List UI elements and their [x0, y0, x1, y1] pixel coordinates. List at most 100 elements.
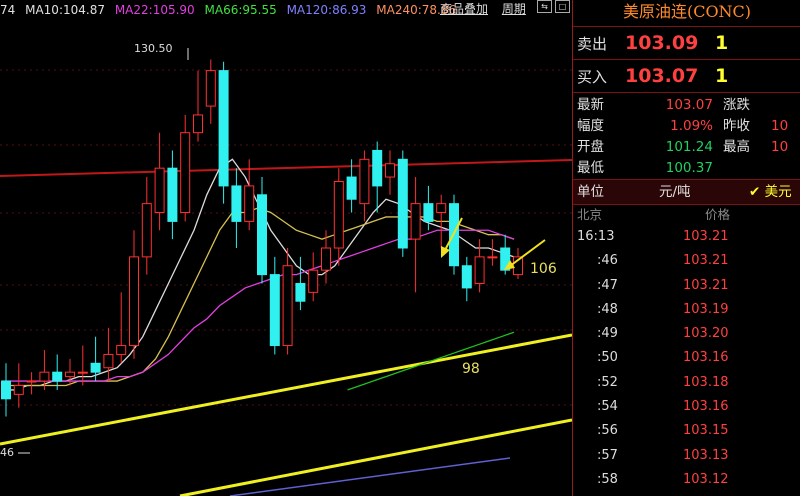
overlay-button[interactable]: 商品叠加	[440, 2, 488, 16]
candle-body	[321, 247, 331, 271]
sell-price: 103.09	[625, 32, 699, 54]
maximize-icon[interactable]: □	[555, 0, 570, 13]
candle-body	[193, 114, 203, 134]
high-mark: 130.50	[134, 42, 173, 55]
candle-body	[244, 185, 255, 222]
buy-label: 买入	[577, 67, 608, 86]
candle-body	[205, 70, 216, 107]
candle-body	[372, 149, 383, 187]
stat-value: 1.09%	[670, 118, 713, 134]
candlestick-chart[interactable]: 74 MA10:104.87 MA22:105.90 MA66:95.55 MA…	[0, 0, 572, 496]
candle-body	[487, 256, 498, 259]
candle-body	[39, 371, 50, 382]
candle-body	[129, 256, 139, 347]
unit-value[interactable]: 元/吨	[659, 180, 749, 204]
tick-price: 103.15	[683, 423, 729, 439]
annotation-106: 106	[530, 261, 557, 277]
ma120-label: MA120:86.93	[286, 3, 367, 17]
stat-value	[771, 158, 800, 179]
candle-body	[141, 203, 152, 258]
tick-time: :57	[597, 447, 618, 463]
candle-body	[410, 203, 421, 240]
tick-price: 103.21	[683, 229, 729, 244]
candle-body	[231, 185, 242, 222]
buy-price: 103.07	[625, 65, 699, 87]
stat-value: 103.07	[665, 97, 713, 113]
chart-canvas	[0, 48, 572, 496]
stat-value	[771, 95, 800, 116]
stat-value: 10	[771, 139, 789, 155]
tick-price: 103.21	[683, 253, 729, 269]
stat-value: 10	[771, 118, 789, 134]
tick-price: 103.12	[683, 471, 729, 487]
candle-body	[295, 282, 306, 302]
stat-key: 最低	[577, 160, 604, 176]
tick-price: 103.20	[683, 326, 729, 342]
stat-key: 最新	[577, 97, 604, 113]
candle-body	[385, 163, 395, 178]
ma-prefix: 74	[0, 3, 16, 17]
tick-list[interactable]: 16:13 103.21:46 103.21:47 103.21:48 103.19:4…	[573, 225, 800, 492]
candle-body	[1, 380, 11, 400]
tick-price: 103.16	[683, 350, 729, 366]
candle-body	[397, 158, 408, 249]
restore-icon[interactable]: ⇆	[537, 0, 552, 13]
tick-time: :56	[597, 423, 618, 439]
candle-body	[77, 371, 88, 374]
stat-row: 最新 103.07 涨跌	[573, 95, 800, 116]
resistance-line	[0, 159, 572, 177]
candle-body	[52, 371, 63, 382]
tick-price: 103.16	[683, 399, 729, 415]
tick-row: :52 103.18	[573, 371, 800, 395]
stats-block: 最新 103.07 涨跌 幅度 1.09% 昨收 10 开盘 101.24 最高…	[573, 93, 800, 180]
tick-price: 103.21	[683, 277, 729, 293]
quote-panel: 美原油连(CONC) 卖出 103.09 1 买入 103.07 1 最新 10…	[572, 0, 800, 496]
ma22-label: MA22:105.90	[114, 3, 195, 17]
candle-body	[269, 274, 280, 347]
buy-qty: 1	[715, 65, 729, 87]
candle-body	[333, 180, 344, 249]
sell-label: 卖出	[577, 34, 608, 53]
candle-body	[180, 132, 191, 214]
tick-row: :46 103.21	[573, 249, 800, 273]
candle-body	[308, 269, 319, 293]
tick-time: :46	[597, 253, 618, 269]
trendline-lower	[179, 418, 572, 496]
annotation-98: 98	[462, 361, 480, 377]
candle-body	[436, 203, 447, 214]
buy-row[interactable]: 买入 103.07 1	[573, 60, 800, 93]
stat-value: 101.24	[665, 139, 713, 155]
stat-key: 开盘	[577, 139, 604, 155]
sell-qty: 1	[715, 32, 729, 54]
tick-row: :58 103.12	[573, 468, 800, 492]
candle-body	[26, 380, 37, 383]
tick-time: 16:13	[577, 229, 615, 244]
trendline-upper	[0, 333, 572, 446]
candle-body	[65, 371, 75, 378]
tick-time: :52	[597, 374, 618, 390]
unit-label: 单位	[577, 184, 604, 200]
tick-time: :47	[597, 277, 618, 293]
window-controls: ⇆ □	[537, 0, 570, 13]
tick-row: :47 103.21	[573, 274, 800, 298]
tick-row: 16:13 103.21	[573, 225, 800, 249]
instrument-title: 美原油连(CONC)	[573, 0, 800, 27]
tick-time: :54	[597, 399, 618, 415]
tick-price: 103.19	[683, 301, 729, 317]
tick-row: :48 103.19	[573, 298, 800, 322]
tick-row: :50 103.16	[573, 346, 800, 370]
tick-row: :54 103.16	[573, 395, 800, 419]
candle-body	[103, 353, 114, 369]
candle-body	[423, 203, 434, 222]
period-button[interactable]: 周期	[502, 2, 526, 16]
candle-body	[346, 176, 357, 200]
currency-toggle[interactable]: ✔ 美元	[749, 180, 792, 204]
candle-body	[257, 194, 267, 276]
tick-price: 103.13	[683, 447, 729, 463]
candle-body	[116, 345, 127, 355]
stat-key: 幅度	[577, 118, 604, 134]
candle-body	[461, 265, 472, 289]
chart-toolbar: 商品叠加 周期	[440, 0, 536, 17]
stat-key: 最高	[723, 139, 750, 155]
sell-row[interactable]: 卖出 103.09 1	[573, 27, 800, 60]
